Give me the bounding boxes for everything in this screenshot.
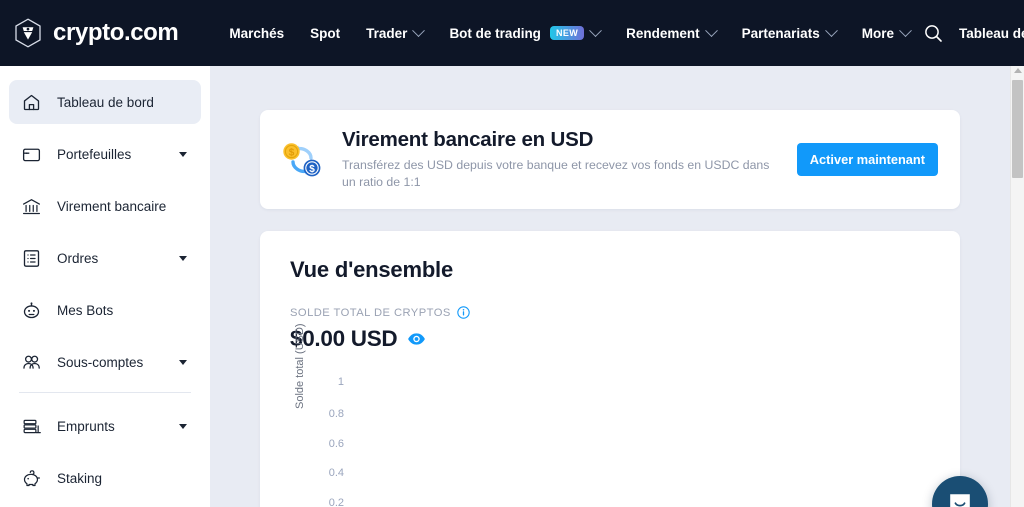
nav-item-label: Marchés <box>229 25 285 41</box>
eye-visible-icon[interactable] <box>407 332 426 346</box>
chevron-down-icon <box>824 23 838 37</box>
sidebar: Tableau de bord Portefeuilles Virement b… <box>0 66 210 507</box>
chevron-down-icon <box>179 256 187 261</box>
nav-item-label: Spot <box>310 25 341 41</box>
chart-y-tick: 0.6 <box>328 438 344 450</box>
total-balance-amount: $0.00 USD <box>290 326 398 351</box>
info-circle-icon[interactable] <box>457 306 470 319</box>
new-badge: NEW <box>549 25 585 41</box>
search-icon <box>925 25 942 42</box>
nav-item-label: Partenariats <box>741 25 820 41</box>
main-content: $ $ Virement bancaire en USD Transférez … <box>210 66 1010 507</box>
nav-item-partenariats[interactable]: Partenariats <box>729 18 849 49</box>
sidebar-item-label: Ordres <box>57 250 99 266</box>
nav-item-label: Bot de trading <box>449 25 541 41</box>
sidebar-item-label: Virement bancaire <box>57 198 167 214</box>
chat-bubble-icon <box>950 494 970 507</box>
chevron-down-icon <box>412 23 426 37</box>
brand-logo[interactable]: crypto.com <box>12 17 179 49</box>
nav-item-bot-de-trading[interactable]: Bot de trading NEW <box>436 18 613 49</box>
sidebar-item-ordres[interactable]: Ordres <box>9 236 201 280</box>
page-root: crypto.com Marchés Spot Trader Bot de tr… <box>0 0 1024 507</box>
sidebar-item-virement-bancaire[interactable]: Virement bancaire <box>9 184 201 228</box>
banner-title: Virement bancaire en USD <box>342 128 594 152</box>
crypto-com-hexagon-logo-icon <box>15 18 41 48</box>
svg-text:$: $ <box>289 147 295 158</box>
nav-item-more[interactable]: More <box>849 18 923 49</box>
eye-glyph <box>408 333 426 345</box>
top-navigation-bar: crypto.com Marchés Spot Trader Bot de tr… <box>0 0 1024 66</box>
sidebar-item-staking[interactable]: Staking <box>9 456 201 500</box>
chart-y-axis-ticks: 1 0.8 0.6 0.4 0.2 <box>312 371 344 507</box>
sidebar-item-tableau-de-bord[interactable]: Tableau de bord <box>9 80 201 124</box>
sidebar-item-mes-bots[interactable]: Mes Bots <box>9 288 201 332</box>
nav-item-rendement[interactable]: Rendement <box>613 18 729 49</box>
chevron-down-icon <box>179 152 187 157</box>
nav-item-spot[interactable]: Spot <box>297 18 353 49</box>
usd-usdc-exchange-icon: $ $ <box>283 142 321 176</box>
robot-icon <box>19 298 43 322</box>
svg-text:$: $ <box>309 164 315 175</box>
chevron-down-icon <box>704 23 718 37</box>
sidebar-item-portefeuilles[interactable]: Portefeuilles <box>9 132 201 176</box>
nav-item-trader[interactable]: Trader <box>353 18 436 49</box>
bank-icon <box>19 194 43 218</box>
sidebar-item-label: Tableau de bord <box>57 94 154 110</box>
scroll-thumb[interactable] <box>1012 80 1023 178</box>
dashboard-link[interactable]: Tableau de bord <box>959 26 1024 41</box>
total-balance-label-row: SOLDE TOTAL DE CRYPTOS <box>290 306 930 319</box>
banner-text-block: Virement bancaire en USD Transférez des … <box>342 127 783 192</box>
overview-title: Vue d'ensemble <box>290 257 454 282</box>
list-icon <box>19 246 43 270</box>
info-circle-glyph <box>457 306 470 319</box>
banner-subtitle: Transférez des USD depuis votre banque e… <box>342 157 770 190</box>
sidebar-item-emprunts[interactable]: Emprunts <box>9 404 201 448</box>
balance-chart: Solde total (USD) 1 0.8 0.6 0.4 0.2 <box>290 323 930 507</box>
sidebar-item-label: Emprunts <box>57 418 115 434</box>
sidebar-item-sous-comptes[interactable]: Sous-comptes <box>9 340 201 384</box>
sidebar-item-label: Staking <box>57 470 103 486</box>
sidebar-item-label: Mes Bots <box>57 302 114 318</box>
overview-card: Vue d'ensemble SOLDE TOTAL DE CRYPTOS $0… <box>260 231 960 507</box>
sidebar-item-label: Sous-comptes <box>57 354 144 370</box>
chart-y-tick: 0.2 <box>328 497 344 507</box>
sidebar-divider <box>19 392 191 393</box>
wallet-icon <box>19 142 43 166</box>
nav-item-label: Rendement <box>626 25 700 41</box>
loan-icon <box>19 414 43 438</box>
sidebar-item-label: Portefeuilles <box>57 146 132 162</box>
users-icon <box>19 350 43 374</box>
scroll-up-arrow-icon[interactable] <box>1014 68 1022 73</box>
nav-right-group: Tableau de bord <box>923 23 1024 43</box>
chart-y-axis-label: Solde total (USD) <box>294 323 306 409</box>
chart-y-tick: 1 <box>337 376 344 388</box>
brand-name: crypto.com <box>53 19 179 46</box>
nav-item-marches[interactable]: Marchés <box>216 18 297 49</box>
home-icon <box>19 90 43 114</box>
piggy-bank-icon <box>19 466 43 490</box>
chevron-down-icon <box>179 424 187 429</box>
vertical-scrollbar[interactable] <box>1010 66 1024 507</box>
nav-item-label: More <box>861 25 894 41</box>
chevron-down-icon <box>589 23 603 37</box>
nav-item-label: Trader <box>366 25 408 41</box>
chevron-down-icon <box>899 23 912 37</box>
chart-y-tick: 0.8 <box>328 408 344 420</box>
total-balance-label: SOLDE TOTAL DE CRYPTOS <box>290 306 451 319</box>
nav-items: Marchés Spot Trader Bot de trading NEW R… <box>216 18 923 49</box>
activate-now-button[interactable]: Activer maintenant <box>796 143 938 176</box>
chevron-down-icon <box>179 360 187 365</box>
usd-bank-transfer-banner: $ $ Virement bancaire en USD Transférez … <box>260 110 960 209</box>
chart-y-tick: 0.4 <box>328 467 344 479</box>
total-balance-row: $0.00 USD <box>290 326 930 352</box>
search-button[interactable] <box>923 23 943 43</box>
